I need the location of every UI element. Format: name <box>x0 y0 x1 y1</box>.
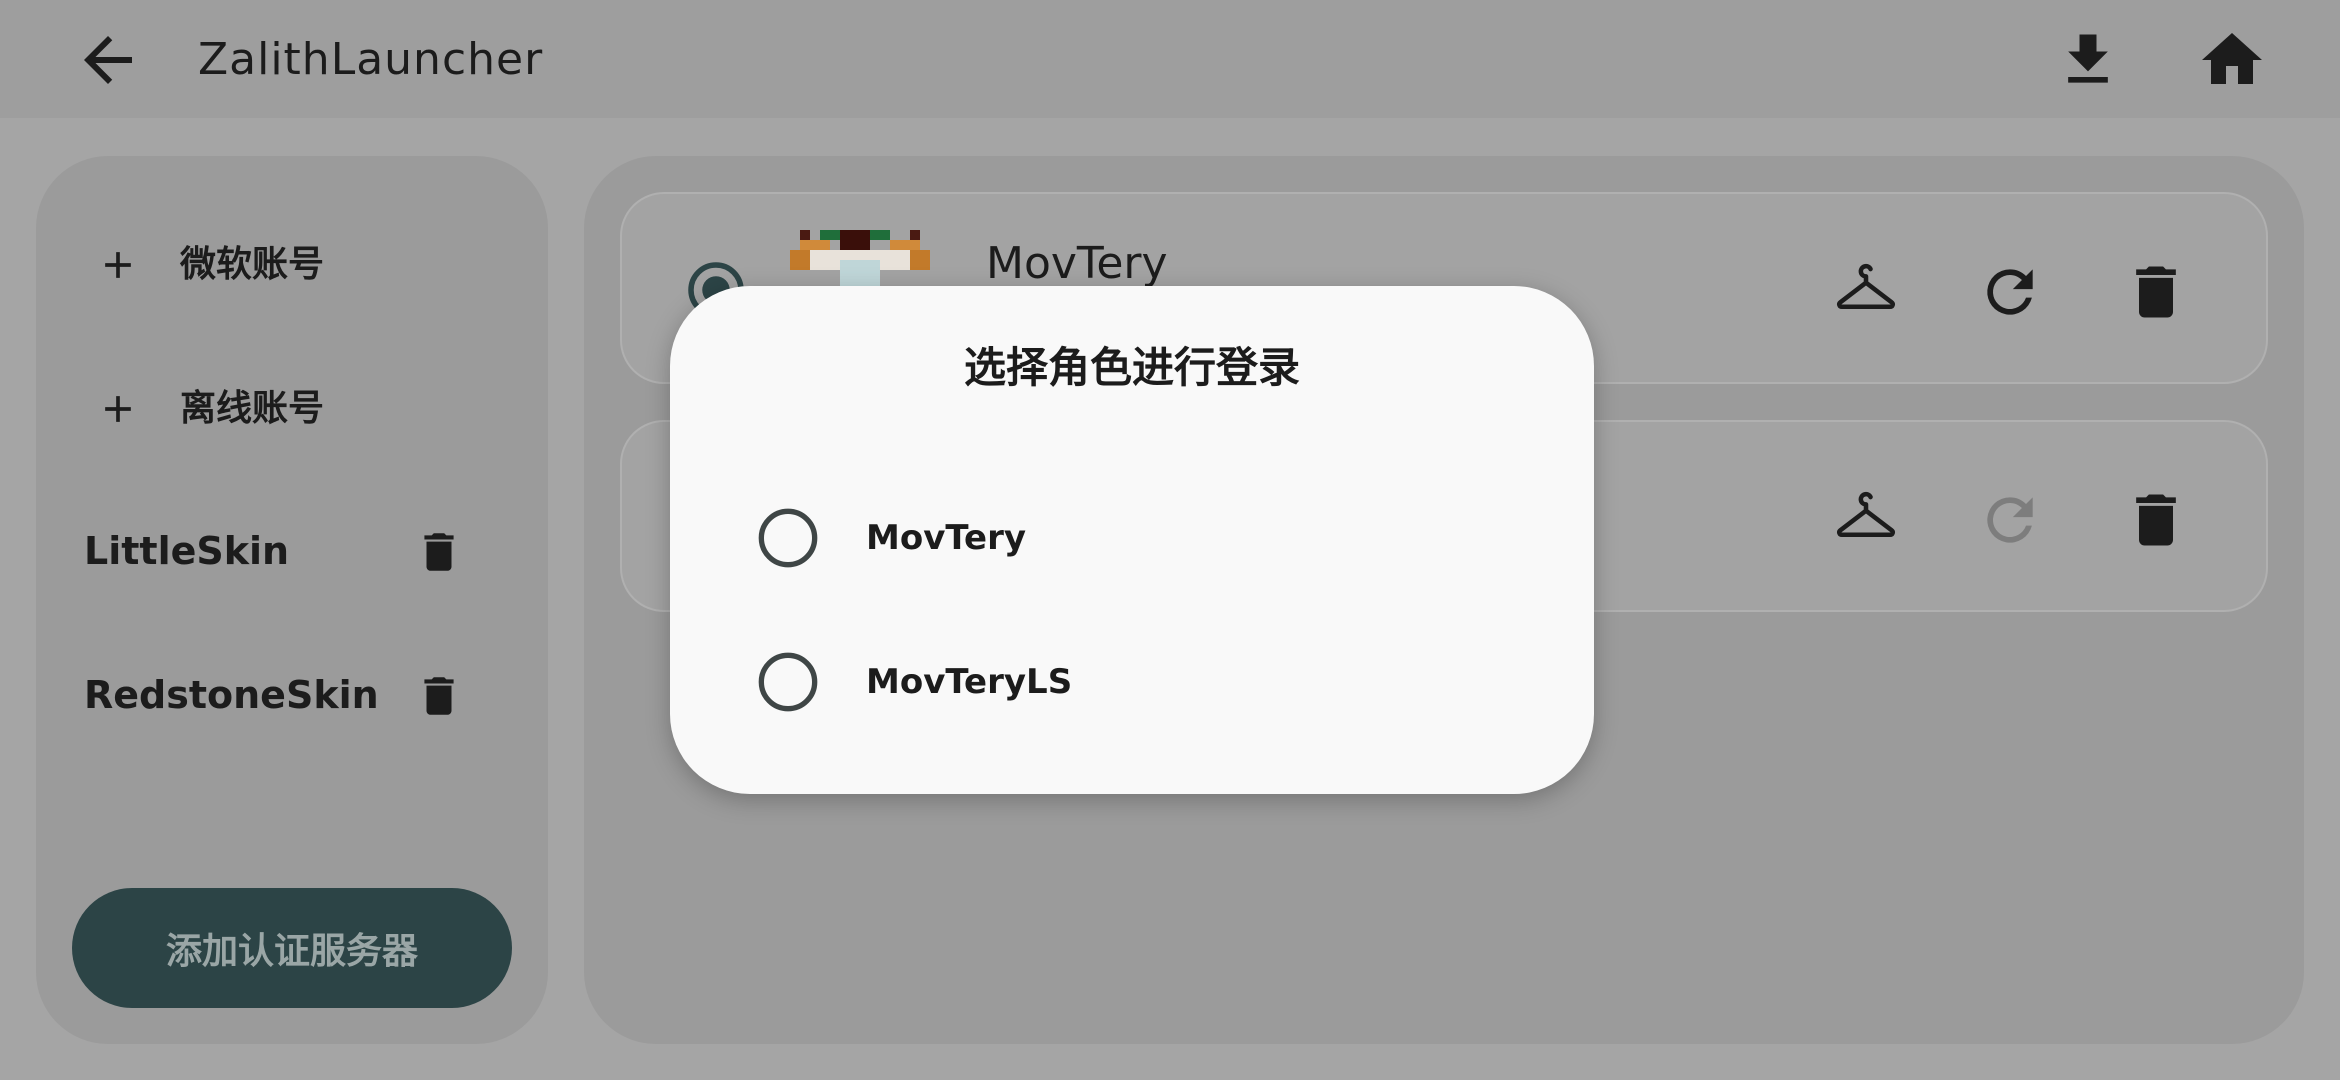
add-auth-server-button[interactable]: 添加认证服务器 <box>72 888 512 1008</box>
profile-option-label: MovTeryLS <box>866 662 1073 702</box>
add-offline-account-label: 离线账号 <box>180 388 325 429</box>
profile-option[interactable]: MovTeryLS <box>756 632 1516 732</box>
add-microsoft-account-label: 微软账号 <box>180 244 325 285</box>
server-name: LittleSkin <box>84 529 290 573</box>
profile-option-label: MovTery <box>866 518 1027 558</box>
refresh-icon[interactable] <box>1976 258 2044 326</box>
trash-icon[interactable] <box>414 666 464 726</box>
add-offline-account-button[interactable]: 离线账号 <box>36 354 548 464</box>
server-item-redstoneskin[interactable]: RedstoneSkin <box>36 640 548 750</box>
hanger-icon[interactable] <box>1832 258 1900 326</box>
trash-icon[interactable] <box>2122 258 2190 326</box>
radio-unselected-icon[interactable] <box>756 650 820 714</box>
home-icon[interactable] <box>2196 24 2268 96</box>
plus-icon <box>105 252 131 278</box>
select-profile-dialog: 选择角色进行登录 MovTery MovTeryLS <box>670 286 1594 794</box>
plus-icon <box>105 396 131 422</box>
app-title: ZalithLauncher <box>198 34 544 85</box>
dialog-title: 选择角色进行登录 <box>963 343 1300 392</box>
trash-icon[interactable] <box>414 522 464 582</box>
trash-icon[interactable] <box>2122 486 2190 554</box>
add-microsoft-account-button[interactable]: 微软账号 <box>36 210 548 320</box>
refresh-icon-disabled <box>1987 497 2033 543</box>
auth-server-panel: 微软账号 离线账号 LittleSkin RedstoneSkin 添加认证服务… <box>36 156 548 1044</box>
download-icon[interactable] <box>2054 26 2122 94</box>
account-name: MovTery <box>986 238 1168 289</box>
server-name: RedstoneSkin <box>84 673 379 717</box>
radio-unselected-icon[interactable] <box>756 506 820 570</box>
server-item-littleskin[interactable]: LittleSkin <box>36 496 548 606</box>
profile-option[interactable]: MovTery <box>756 488 1516 588</box>
top-app-bar: ZalithLauncher <box>0 0 2340 118</box>
hanger-icon[interactable] <box>1832 486 1900 554</box>
arrow-left-icon[interactable] <box>72 24 144 96</box>
